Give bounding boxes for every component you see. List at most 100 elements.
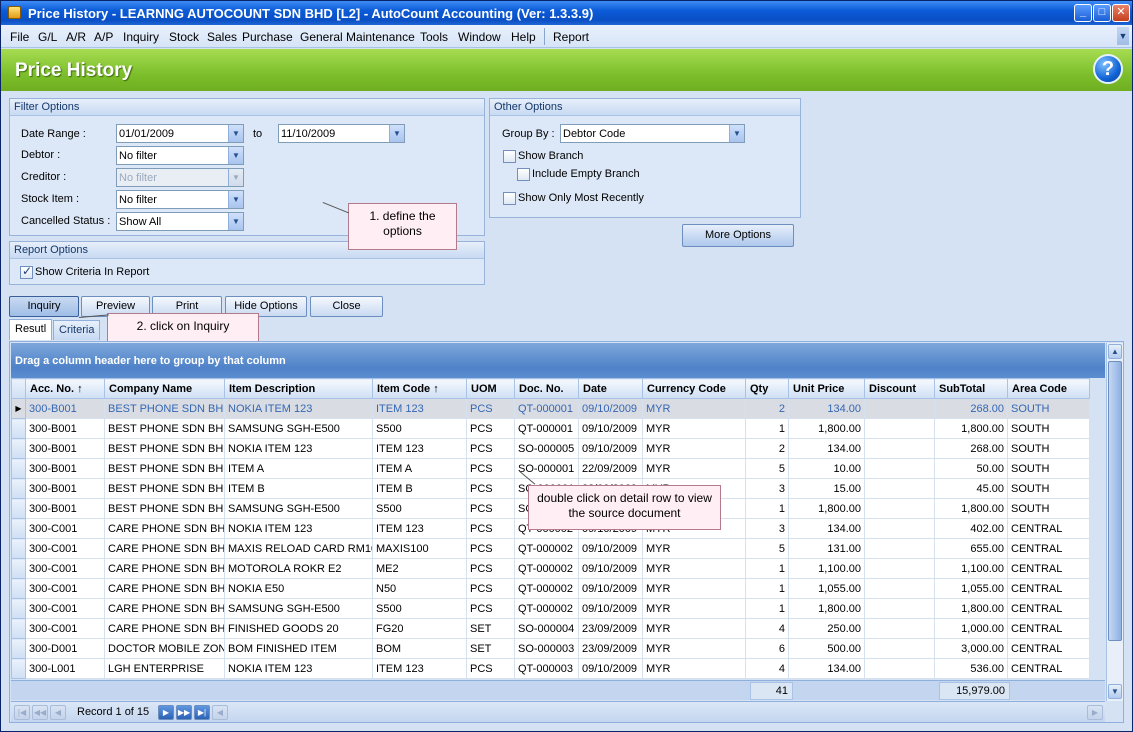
chevron-down-icon[interactable]: ▼ (228, 125, 243, 142)
table-cell[interactable]: CARE PHONE SDN BHD (104, 518, 225, 539)
table-cell[interactable] (864, 518, 935, 539)
table-cell[interactable]: NOKIA ITEM 123 (224, 518, 373, 539)
column-header-date[interactable]: Date (578, 378, 643, 399)
table-cell[interactable]: 23/09/2009 (578, 638, 643, 659)
table-cell[interactable]: 131.00 (788, 538, 865, 559)
table-cell[interactable]: MAXIS RELOAD CARD RM100 (224, 538, 373, 559)
table-cell[interactable]: CARE PHONE SDN BHD (104, 598, 225, 619)
table-cell[interactable]: 1 (745, 418, 789, 439)
column-header-item-description[interactable]: Item Description (224, 378, 373, 399)
table-cell[interactable]: 250.00 (788, 618, 865, 639)
row-indicator[interactable] (11, 458, 26, 479)
table-cell[interactable]: 09/10/2009 (578, 418, 643, 439)
table-cell[interactable]: 09/10/2009 (578, 538, 643, 559)
table-cell[interactable]: 1 (745, 558, 789, 579)
table-cell[interactable]: 1,100.00 (788, 558, 865, 579)
table-cell[interactable]: PCS (466, 398, 515, 419)
show-branch-checkbox[interactable] (503, 150, 516, 163)
table-cell[interactable]: N50 (372, 578, 467, 599)
table-cell[interactable]: 09/10/2009 (578, 658, 643, 679)
table-cell[interactable]: 09/10/2009 (578, 398, 643, 419)
table-row[interactable]: 300-D001 DOCTOR MOBILE ZONE BOM FINISHED I… (11, 638, 1090, 659)
table-cell[interactable]: 134.00 (788, 658, 865, 679)
column-header-currency-code[interactable]: Currency Code (642, 378, 746, 399)
table-cell[interactable]: 300-B001 (25, 478, 105, 499)
table-cell[interactable]: FG20 (372, 618, 467, 639)
table-cell[interactable]: 268.00 (934, 398, 1008, 419)
chevron-down-icon[interactable]: ▼ (228, 191, 243, 208)
table-cell[interactable]: SET (466, 618, 515, 639)
table-cell[interactable]: 1,055.00 (934, 578, 1008, 599)
table-cell[interactable]: 1 (745, 498, 789, 519)
table-cell[interactable]: SAMSUNG SGH-E500 (224, 418, 373, 439)
table-cell[interactable]: MYR (642, 398, 746, 419)
table-cell[interactable]: S500 (372, 418, 467, 439)
table-cell[interactable]: SO-000004 (514, 618, 579, 639)
table-cell[interactable]: 300-L001 (25, 658, 105, 679)
table-cell[interactable]: 300-C001 (25, 578, 105, 599)
row-indicator[interactable] (11, 578, 26, 599)
table-cell[interactable]: 2 (745, 438, 789, 459)
table-cell[interactable]: CENTRAL (1007, 518, 1090, 539)
table-cell[interactable] (864, 578, 935, 599)
table-cell[interactable]: PCS (466, 518, 515, 539)
table-cell[interactable]: SO-000005 (514, 438, 579, 459)
maximize-button[interactable]: □ (1093, 4, 1111, 22)
table-cell[interactable]: BEST PHONE SDN BHD (104, 398, 225, 419)
chevron-down-icon[interactable]: ▼ (389, 125, 404, 142)
table-cell[interactable]: CENTRAL (1007, 638, 1090, 659)
row-indicator[interactable] (11, 598, 26, 619)
table-cell[interactable]: 09/10/2009 (578, 438, 643, 459)
table-cell[interactable]: LGH ENTERPRISE (104, 658, 225, 679)
menu-file[interactable]: File (10, 30, 29, 44)
table-cell[interactable]: FINISHED GOODS 20 (224, 618, 373, 639)
chevron-down-icon[interactable]: ▼ (729, 125, 744, 142)
table-cell[interactable]: 09/10/2009 (578, 578, 643, 599)
table-cell[interactable]: 50.00 (934, 458, 1008, 479)
table-row[interactable]: 300-L001 LGH ENTERPRISE NOKIA ITEM 123 ITEM… (11, 658, 1090, 679)
row-indicator[interactable]: ▶ (11, 398, 26, 419)
column-header-company-name[interactable]: Company Name (104, 378, 225, 399)
stock-item-select[interactable]: No filter ▼ (116, 190, 244, 209)
menu-inquiry[interactable]: Inquiry (123, 30, 159, 44)
scroll-left-button[interactable]: ◀ (212, 705, 228, 720)
table-cell[interactable]: PCS (466, 578, 515, 599)
table-cell[interactable]: 1 (745, 578, 789, 599)
table-cell[interactable]: 2 (745, 398, 789, 419)
row-indicator[interactable] (11, 438, 26, 459)
table-cell[interactable]: BOM (372, 638, 467, 659)
table-cell[interactable]: ME2 (372, 558, 467, 579)
table-cell[interactable]: BEST PHONE SDN BHD (104, 478, 225, 499)
table-cell[interactable] (864, 418, 935, 439)
row-indicator[interactable] (11, 658, 26, 679)
table-cell[interactable]: 3,000.00 (934, 638, 1008, 659)
table-cell[interactable]: SAMSUNG SGH-E500 (224, 498, 373, 519)
row-indicator[interactable] (11, 538, 26, 559)
prev-page-button[interactable]: ◀◀ (32, 705, 48, 720)
table-cell[interactable]: NOKIA ITEM 123 (224, 398, 373, 419)
close-button[interactable]: Close (310, 296, 383, 317)
menu-gl[interactable]: G/L (38, 30, 57, 44)
scroll-up-icon[interactable]: ▲ (1108, 344, 1122, 359)
table-cell[interactable]: MYR (642, 598, 746, 619)
table-cell[interactable]: MYR (642, 638, 746, 659)
row-indicator[interactable] (11, 478, 26, 499)
row-indicator[interactable] (11, 518, 26, 539)
table-cell[interactable]: MYR (642, 458, 746, 479)
table-cell[interactable] (864, 618, 935, 639)
table-cell[interactable]: PCS (466, 658, 515, 679)
row-indicator[interactable] (11, 498, 26, 519)
inquiry-button[interactable]: Inquiry (9, 296, 79, 317)
table-cell[interactable]: 09/10/2009 (578, 558, 643, 579)
table-cell[interactable]: PCS (466, 458, 515, 479)
show-most-recent-checkbox[interactable] (503, 192, 516, 205)
chevron-down-icon[interactable]: ▼ (228, 213, 243, 230)
table-cell[interactable]: SO-000003 (514, 638, 579, 659)
group-by-drop-area[interactable]: Drag a column header here to group by th… (11, 343, 1105, 378)
date-to-field[interactable]: 11/10/2009 ▼ (278, 124, 405, 143)
row-indicator[interactable] (11, 558, 26, 579)
group-by-select[interactable]: Debtor Code ▼ (560, 124, 745, 143)
table-cell[interactable]: QT-000002 (514, 578, 579, 599)
table-cell[interactable]: ITEM 123 (372, 398, 467, 419)
chevron-down-icon[interactable]: ▼ (1117, 27, 1129, 45)
